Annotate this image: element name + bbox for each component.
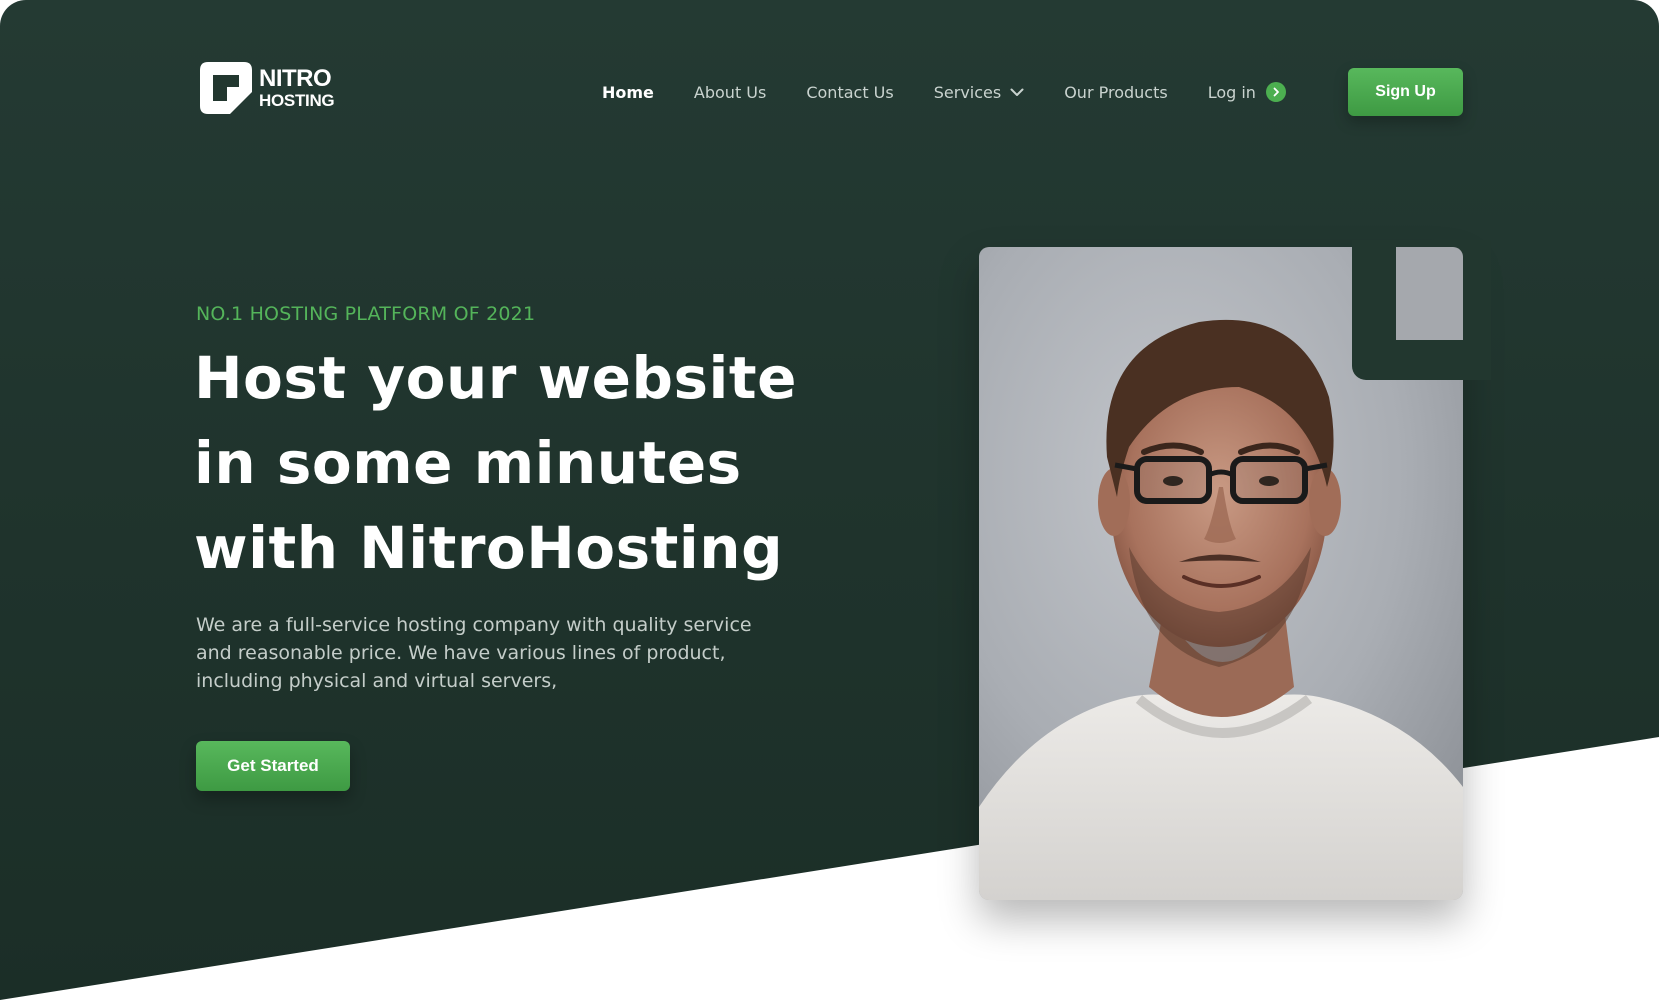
- landing-page: NITRO HOSTING Home About Us Contact Us S…: [0, 0, 1659, 1000]
- nav-services[interactable]: Services: [934, 83, 1024, 102]
- headline-line-1: Host your website: [194, 344, 797, 412]
- photo-corner-square: [1396, 247, 1463, 340]
- hero-description: We are a full-service hosting company wi…: [196, 614, 752, 692]
- nav-log-in[interactable]: Log in: [1208, 82, 1286, 102]
- logo-wordmark: NITRO HOSTING: [259, 65, 335, 110]
- logo[interactable]: NITRO HOSTING: [200, 62, 335, 114]
- hero-headline: Host your website in some minutes with N…: [194, 336, 914, 591]
- nav-our-products[interactable]: Our Products: [1064, 83, 1167, 102]
- nav-services-label: Services: [933, 82, 1002, 102]
- get-started-button[interactable]: Get Started: [196, 741, 350, 791]
- main-nav: Home About Us Contact Us Services Our Pr…: [602, 80, 1326, 104]
- chevron-down-icon: [1010, 88, 1024, 96]
- hero-eyebrow: NO.1 HOSTING PLATFORM OF 2021: [196, 303, 536, 325]
- sign-up-button[interactable]: Sign Up: [1348, 68, 1463, 116]
- nav-about-us[interactable]: About Us: [694, 83, 766, 102]
- nav-log-in-label: Log in: [1207, 82, 1256, 102]
- nav-home[interactable]: Home: [602, 83, 654, 102]
- arrow-right-circle-icon: [1265, 82, 1286, 102]
- headline-line-3: with NitroHosting: [194, 514, 784, 582]
- nitro-logo-icon: [200, 62, 252, 114]
- headline-line-2: in some minutes: [194, 429, 742, 497]
- logo-line-1: NITRO: [259, 65, 332, 92]
- nav-contact-us[interactable]: Contact Us: [806, 83, 893, 102]
- logo-line-2: HOSTING: [259, 91, 335, 110]
